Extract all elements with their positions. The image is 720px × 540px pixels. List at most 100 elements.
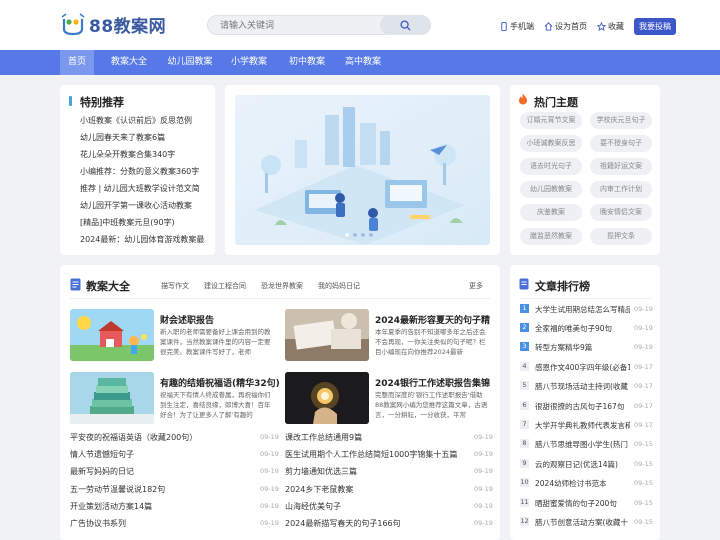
rank-date: 09-17 [634, 421, 653, 429]
article-row[interactable]: 广告协议书系列 [70, 518, 250, 529]
rank-date: 09-19 [634, 343, 653, 351]
hot-tag[interactable]: 内审工作计划 [590, 181, 652, 198]
search-button[interactable] [380, 15, 430, 35]
article-row[interactable]: 课改工作总结通用9篇 [285, 432, 470, 443]
article-row[interactable]: 开业策划活动方案14篇 [70, 501, 250, 512]
ranking-title: 文章排行榜 [535, 280, 590, 293]
article-row[interactable]: 五一劳动节温馨说说182句 [70, 484, 250, 495]
card-image[interactable] [285, 372, 369, 424]
hot-tag[interactable]: 幼儿园教教案 [520, 181, 582, 198]
hot-tag[interactable]: 订婚元宵节文案 [520, 112, 582, 129]
rank-item[interactable]: 腊八节现场活动主持词(收藏 [535, 381, 630, 392]
article-date: 09-19 [260, 502, 279, 510]
rank-item[interactable]: 大学开学典礼教师代表发言稿 [535, 420, 630, 431]
plans-title: 教案大全 [86, 280, 130, 293]
rank-date: 09-17 [634, 402, 653, 410]
article-row[interactable]: 山海经优美句子 [285, 501, 470, 512]
hot-tag[interactable]: 语去时光句子 [520, 158, 582, 175]
banner-slide[interactable] [235, 95, 490, 245]
nav-junior[interactable]: 初中教案 [284, 50, 330, 75]
hot-tag[interactable]: 小班诚教案反思 [520, 135, 582, 152]
rank-number: 10 [520, 478, 529, 487]
card-image[interactable] [70, 372, 154, 424]
card-title[interactable]: 财会述职报告 [160, 313, 214, 326]
rank-item[interactable]: 云的观察日记(优选14篇) [535, 459, 630, 470]
featured-item[interactable]: 幼儿园春天来了教案6篇 [80, 132, 208, 143]
article-row[interactable]: 剪力墙通知优选三篇 [285, 466, 470, 477]
article-row[interactable]: 2024乡下老鼠教案 [285, 484, 470, 495]
featured-item[interactable]: 小班教案《认识前后》反思范例 [80, 115, 208, 126]
rank-item[interactable]: 很甜很撩的古风句子167句 [535, 401, 630, 412]
card-title[interactable]: 有趣的结婚祝福语(精华32句) [160, 376, 280, 389]
divider [519, 298, 651, 299]
article-date: 09-19 [474, 467, 493, 475]
plans-tab[interactable]: 我的妈妈日记 [318, 281, 360, 291]
rank-date: 09-15 [634, 460, 653, 468]
featured-item[interactable]: 推荐 | 幼儿园大班教学设计范文简 [80, 183, 208, 194]
rank-item[interactable]: 大学生试用期总结怎么写精品 [535, 304, 630, 315]
rank-item[interactable]: 腊八节思维导图小学生(热门 [535, 439, 630, 450]
mobile-link[interactable]: 手机端 [500, 21, 534, 32]
plans-tab[interactable]: 建设工程合同 [204, 281, 246, 291]
article-row[interactable]: 医生试用期个人工作总结简短1000字锦集十五篇 [285, 449, 470, 460]
nav-home[interactable]: 首页 [60, 50, 94, 75]
rank-number: 2 [520, 323, 529, 332]
featured-item[interactable]: [精品]中班教案元旦(90字) [80, 217, 208, 228]
rank-item[interactable]: 全家福的唯美句子90句 [535, 323, 630, 334]
rank-number: 7 [520, 420, 529, 429]
hot-tag[interactable]: 膳监恶然教案 [520, 228, 582, 245]
rank-item[interactable]: 腊八节创意活动方案(收藏十 [535, 517, 630, 528]
nav-senior[interactable]: 高中教案 [340, 50, 386, 75]
rank-item[interactable]: 转型方案精华9篇 [535, 342, 630, 353]
home-icon [544, 22, 553, 31]
article-date: 09-19 [474, 450, 493, 458]
plans-tab[interactable]: 恐龙世界教案 [261, 281, 303, 291]
rank-number: 8 [520, 439, 529, 448]
nav-primary[interactable]: 小学教案 [226, 50, 272, 75]
rank-number: 1 [520, 304, 529, 313]
hot-tag[interactable]: 庆鉴教案 [520, 204, 582, 221]
featured-item[interactable]: 花儿朵朵开教案合集340字 [80, 149, 208, 160]
rank-number: 12 [520, 517, 529, 526]
card-illustration [70, 372, 154, 424]
homepage-link-label: 设为首页 [555, 22, 587, 31]
rank-number: 4 [520, 362, 529, 371]
rank-number: 3 [520, 342, 529, 351]
nav-kindergarten[interactable]: 幼儿园教案 [162, 50, 218, 75]
submit-button[interactable]: 我要投稿 [634, 18, 676, 35]
article-date: 09-19 [260, 433, 279, 441]
article-row[interactable]: 平安夜的祝福语英语（收藏200句） [70, 432, 250, 443]
hot-tag[interactable]: 耍不授身句子 [590, 135, 652, 152]
rank-item[interactable]: 感恩作文400字四年级(必备1 [535, 362, 630, 373]
star-icon [597, 22, 606, 31]
hot-tag[interactable]: 揽押文条 [590, 228, 652, 245]
featured-item[interactable]: 幼儿园开学第一课收心活动教案 [80, 200, 208, 211]
card-image[interactable] [70, 309, 154, 361]
search-icon [399, 19, 411, 31]
rank-number: 9 [520, 459, 529, 468]
homepage-link[interactable]: 设为首页 [544, 21, 587, 32]
featured-item[interactable]: 小编推荐：分数的意义教案360字 [80, 166, 208, 177]
rank-item[interactable]: 2024幼师检讨书范本 [535, 478, 630, 489]
card-title[interactable]: 2024最新形容夏天的句子精 [375, 313, 490, 326]
plans-tab[interactable]: 描写作文 [161, 281, 189, 291]
rank-date: 09-15 [634, 479, 653, 487]
logo-icon [60, 12, 86, 37]
nav-plans[interactable]: 教案大全 [104, 50, 154, 75]
article-row[interactable]: 2024最新描写春天的句子166句 [285, 518, 470, 529]
favorite-link[interactable]: 收藏 [597, 21, 624, 32]
hot-tag[interactable]: 祖籍好运文案 [590, 158, 652, 175]
article-row[interactable]: 情人节遗憾短句子 [70, 449, 250, 460]
search-input[interactable] [220, 18, 380, 33]
hot-tag[interactable]: 学校庆元旦句子 [590, 112, 652, 129]
rank-item[interactable]: 晒甜蜜爱情的句子200句 [535, 498, 630, 509]
hot-tag[interactable]: 晚安情侣文案 [590, 204, 652, 221]
fire-icon [519, 93, 527, 105]
site-logo[interactable]: 88教案网 [60, 12, 166, 37]
card-image[interactable] [285, 309, 369, 361]
more-link[interactable]: 更多 [469, 281, 483, 291]
rank-date: 09-15 [634, 440, 653, 448]
article-row[interactable]: 最新写妈妈的日记 [70, 466, 250, 477]
featured-item[interactable]: 2024最新：幼儿园体育游戏教案最 [80, 234, 208, 245]
card-title[interactable]: 2024银行工作述职报告集锦 [375, 376, 490, 389]
